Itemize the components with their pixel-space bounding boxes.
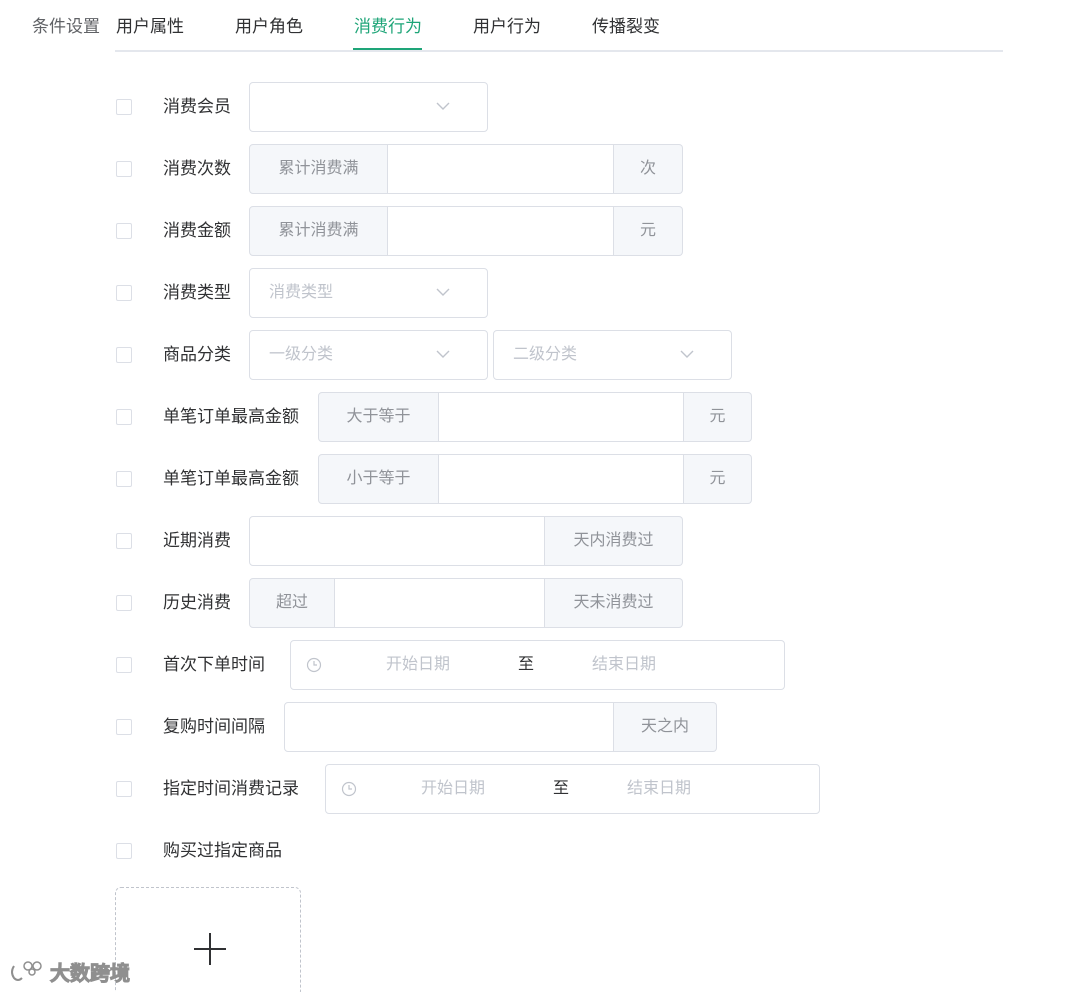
- row-max-gte: 单笔订单最高金额 大于等于 元: [0, 392, 1080, 442]
- checkbox-first-order[interactable]: [116, 657, 132, 673]
- suffix-addon: 天内消费过: [545, 516, 683, 566]
- suffix-addon: 天未消费过: [545, 578, 683, 628]
- chevron-down-icon: [680, 350, 694, 358]
- suffix-addon: 元: [684, 454, 752, 504]
- checkbox-max-lte[interactable]: [116, 471, 132, 487]
- period-record-date-range[interactable]: 开始日期 至 结束日期: [325, 764, 820, 814]
- checkbox-history[interactable]: [116, 595, 132, 611]
- row-max-lte: 单笔订单最高金额 小于等于 元: [0, 454, 1080, 504]
- tab-user-roles[interactable]: 用户角色: [235, 14, 303, 40]
- checkbox-amount[interactable]: [116, 223, 132, 239]
- select-placeholder: 二级分类: [513, 346, 578, 363]
- category-level1-select[interactable]: 一级分类: [249, 330, 488, 380]
- row-category: 商品分类 一级分类 二级分类: [0, 330, 1080, 380]
- prefix-addon: 大于等于: [318, 392, 439, 442]
- consumption-type-select[interactable]: 消费类型: [249, 268, 488, 318]
- checkbox-bought-product[interactable]: [116, 843, 132, 859]
- start-date-input[interactable]: 开始日期: [421, 765, 485, 813]
- active-tab-indicator: [353, 48, 422, 50]
- checkbox-member[interactable]: [116, 99, 132, 115]
- tab-user-attributes[interactable]: 用户属性: [116, 14, 184, 40]
- suffix-addon: 次: [614, 144, 683, 194]
- checkbox-recent[interactable]: [116, 533, 132, 549]
- repurchase-days-input[interactable]: [284, 702, 614, 752]
- member-select[interactable]: [249, 82, 488, 132]
- row-member: 消费会员: [0, 82, 1080, 132]
- watermark-logo-icon: [11, 961, 42, 981]
- row-repurchase: 复购时间间隔 天之内: [0, 702, 1080, 752]
- amount-input[interactable]: [388, 206, 614, 256]
- row-label: 近期消费: [163, 531, 231, 550]
- row-label: 单笔订单最高金额: [163, 469, 299, 488]
- end-date-input[interactable]: 结束日期: [592, 641, 656, 689]
- row-label: 消费次数: [163, 159, 231, 178]
- row-history: 历史消费 超过 天未消费过: [0, 578, 1080, 628]
- tab-viral-spread[interactable]: 传播裂变: [592, 14, 660, 40]
- row-label: 消费金额: [163, 221, 231, 240]
- checkbox-type[interactable]: [116, 285, 132, 301]
- add-product-button[interactable]: [115, 887, 301, 992]
- row-label: 商品分类: [163, 345, 231, 364]
- chevron-down-icon: [436, 102, 450, 110]
- row-label: 购买过指定商品: [163, 841, 282, 860]
- row-period-record: 指定时间消费记录 开始日期 至 结束日期: [0, 764, 1080, 814]
- row-bought-product: 购买过指定商品: [0, 826, 1080, 876]
- chevron-down-icon: [436, 350, 450, 358]
- suffix-addon: 元: [614, 206, 683, 256]
- tab-user-behavior[interactable]: 用户行为: [473, 14, 541, 40]
- prefix-addon: 小于等于: [318, 454, 439, 504]
- watermark-text: 大数跨境: [50, 963, 131, 986]
- prefix-addon: 累计消费满: [249, 144, 388, 194]
- count-input[interactable]: [388, 144, 614, 194]
- row-label: 消费会员: [163, 97, 231, 116]
- history-days-input[interactable]: [335, 578, 545, 628]
- row-recent: 近期消费 天内消费过: [0, 516, 1080, 566]
- select-placeholder: 消费类型: [269, 284, 334, 301]
- row-count: 消费次数 累计消费满 次: [0, 144, 1080, 194]
- chevron-down-icon: [436, 288, 450, 296]
- row-label: 单笔订单最高金额: [163, 407, 299, 426]
- row-label: 复购时间间隔: [163, 717, 265, 736]
- section-label: 条件设置: [32, 17, 100, 36]
- row-label: 消费类型: [163, 283, 231, 302]
- max-lte-input[interactable]: [439, 454, 684, 504]
- recent-days-input[interactable]: [249, 516, 545, 566]
- row-label: 指定时间消费记录: [163, 779, 299, 798]
- start-date-input[interactable]: 开始日期: [386, 641, 450, 689]
- tab-consumption-behavior[interactable]: 消费行为: [354, 14, 422, 40]
- end-date-input[interactable]: 结束日期: [627, 765, 691, 813]
- suffix-addon: 天之内: [614, 702, 717, 752]
- prefix-addon: 累计消费满: [249, 206, 388, 256]
- row-label: 首次下单时间: [163, 655, 265, 674]
- row-first-order: 首次下单时间 开始日期 至 结束日期: [0, 640, 1080, 690]
- checkbox-max-gte[interactable]: [116, 409, 132, 425]
- checkbox-repurchase[interactable]: [116, 719, 132, 735]
- clock-icon: [341, 781, 357, 797]
- suffix-addon: 元: [684, 392, 752, 442]
- checkbox-category[interactable]: [116, 347, 132, 363]
- category-level2-select[interactable]: 二级分类: [493, 330, 732, 380]
- prefix-addon: 超过: [249, 578, 335, 628]
- select-placeholder: 一级分类: [269, 346, 334, 363]
- row-label: 历史消费: [163, 593, 231, 612]
- checkbox-count[interactable]: [116, 161, 132, 177]
- range-separator: 至: [553, 780, 570, 797]
- range-separator: 至: [518, 656, 535, 673]
- max-gte-input[interactable]: [439, 392, 684, 442]
- clock-icon: [306, 657, 322, 673]
- checkbox-period-record[interactable]: [116, 781, 132, 797]
- row-type: 消费类型 消费类型: [0, 268, 1080, 318]
- row-amount: 消费金额 累计消费满 元: [0, 206, 1080, 256]
- first-order-date-range[interactable]: 开始日期 至 结束日期: [290, 640, 785, 690]
- tab-bar: 用户属性 用户角色 消费行为 用户行为 传播裂变: [115, 0, 1003, 52]
